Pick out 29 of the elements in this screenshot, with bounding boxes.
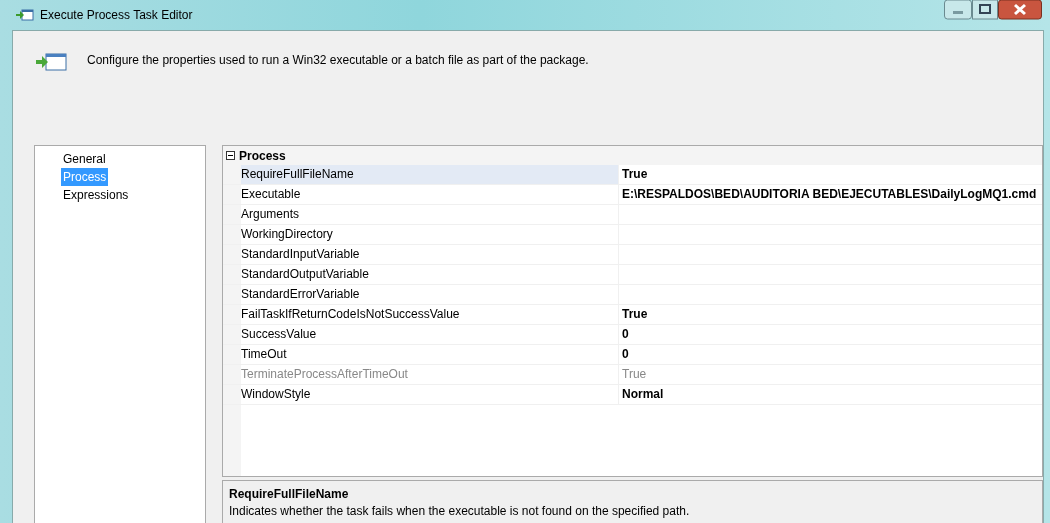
description-title: RequireFullFileName [229, 487, 350, 501]
property-name[interactable]: SuccessValue [241, 325, 619, 344]
close-button[interactable] [998, 0, 1042, 20]
task-icon [35, 51, 67, 73]
app-icon [16, 9, 34, 21]
description-text: Indicates whether the task fails when the executable is not found on the specified path. [229, 504, 690, 518]
property-value[interactable]: Normal [622, 387, 664, 401]
property-name[interactable]: StandardOutputVariable [241, 265, 619, 284]
property-name[interactable]: TimeOut [241, 345, 619, 364]
property-name[interactable]: Arguments [241, 205, 619, 224]
property-name[interactable]: Executable [241, 185, 619, 204]
property-value[interactable]: 0 [622, 347, 629, 361]
property-name[interactable]: RequireFullFileName [241, 165, 619, 184]
window-title: Execute Process Task Editor [40, 8, 193, 22]
property-name[interactable]: StandardInputVariable [241, 245, 619, 264]
page-item[interactable]: Expressions [61, 186, 131, 204]
property-value[interactable]: E:\RESPALDOS\BED\AUDITORIA BED\EJECUTABLES\DailyLogMQ1.cmd [622, 187, 1037, 201]
property-name[interactable]: WorkingDirectory [241, 225, 619, 244]
maximize-button[interactable] [972, 0, 998, 20]
category-label: Process [239, 148, 286, 163]
property-name[interactable]: WindowStyle [241, 385, 619, 404]
collapse-icon[interactable] [226, 151, 235, 160]
page-item[interactable]: General [61, 150, 108, 168]
property-value[interactable]: True [622, 307, 648, 321]
property-value[interactable]: 0 [622, 327, 629, 341]
property-name[interactable]: FailTaskIfReturnCodeIsNotSuccessValue [241, 305, 619, 324]
header-description: Configure the properties used to run a Win32 executable or a batch file as part of the package. [87, 53, 589, 67]
property-value[interactable]: True [622, 167, 648, 181]
property-name[interactable]: StandardErrorVariable [241, 285, 619, 304]
